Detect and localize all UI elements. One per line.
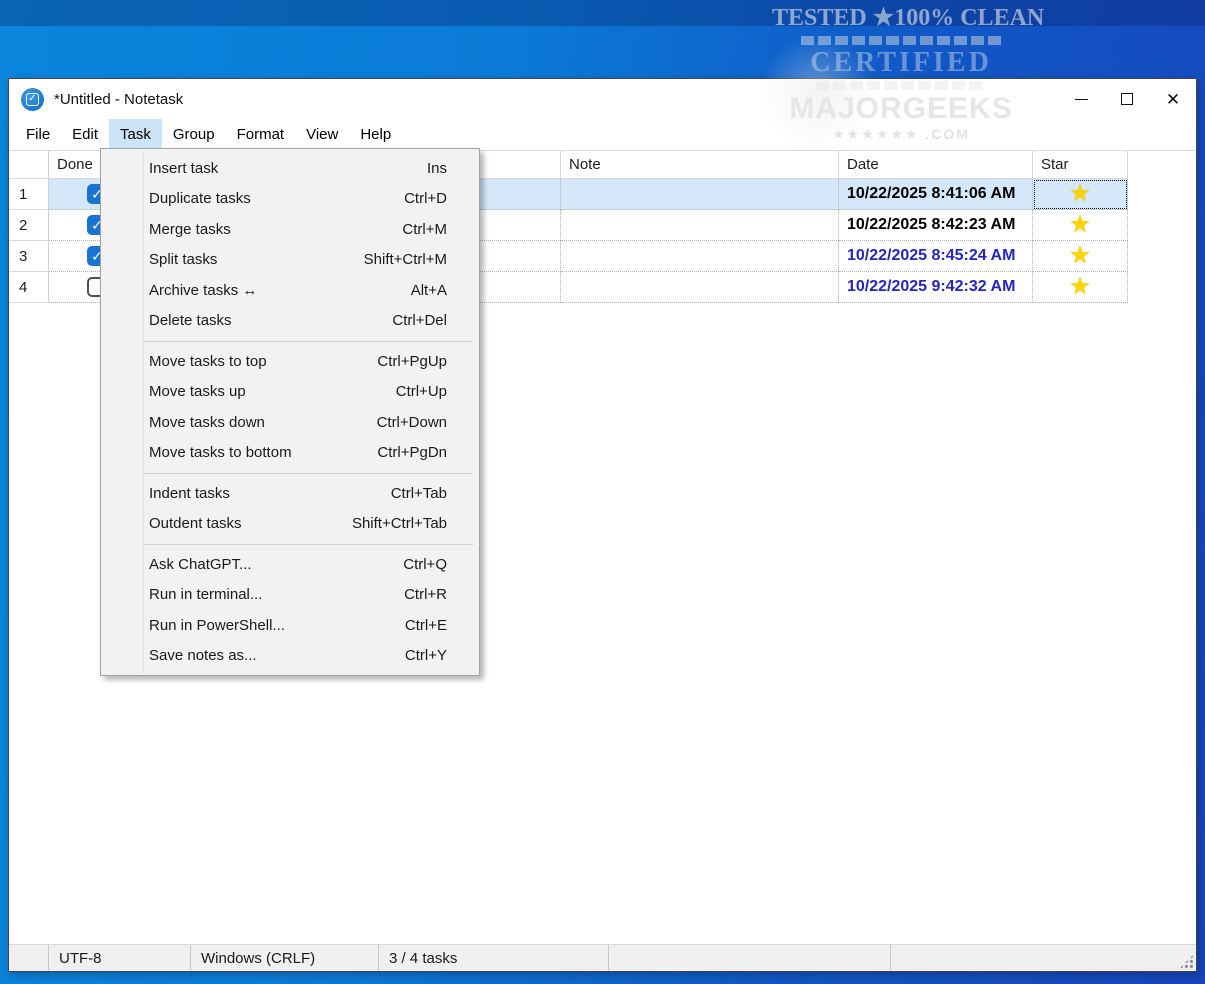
date-cell-text: 10/22/2025 8:41:06 AM xyxy=(839,185,1015,203)
star-icon: ★ xyxy=(1069,275,1091,299)
menu-bar: File Edit Task Group Format View Help xyxy=(9,119,1196,149)
close-icon: ✕ xyxy=(1166,91,1180,108)
menu-item-move-tasks-down[interactable]: Move tasks downCtrl+Down xyxy=(101,407,479,438)
note-cell[interactable] xyxy=(561,241,839,272)
menu-item-ask-chatgpt[interactable]: Ask ChatGPT...Ctrl+Q xyxy=(101,549,479,580)
date-cell[interactable]: 10/22/2025 9:42:32 AM xyxy=(839,272,1033,303)
date-cell[interactable]: 10/22/2025 8:42:23 AM xyxy=(839,210,1033,241)
star-cell[interactable]: ★ xyxy=(1033,179,1128,210)
menu-item-insert-task[interactable]: Insert taskIns xyxy=(101,153,479,184)
row-filler xyxy=(1128,179,1196,210)
status-blank xyxy=(9,945,49,971)
date-cell-text: 10/22/2025 8:42:23 AM xyxy=(839,216,1015,234)
menu-separator xyxy=(143,341,473,342)
menu-help[interactable]: Help xyxy=(349,119,402,149)
header-star[interactable]: Star xyxy=(1033,151,1128,179)
menu-group[interactable]: Group xyxy=(162,119,226,149)
menu-task[interactable]: Task xyxy=(109,119,162,149)
menu-item-archive-tasks[interactable]: Archive tasks ↔Alt+A xyxy=(101,275,479,306)
menu-item-move-tasks-to-bottom[interactable]: Move tasks to bottomCtrl+PgDn xyxy=(101,438,479,469)
menu-item-merge-tasks[interactable]: Merge tasksCtrl+M xyxy=(101,214,479,245)
menu-item-save-notes-as[interactable]: Save notes as...Ctrl+Y xyxy=(101,641,479,672)
date-cell[interactable]: 10/22/2025 8:45:24 AM xyxy=(839,241,1033,272)
note-cell[interactable] xyxy=(561,179,839,210)
menu-edit[interactable]: Edit xyxy=(61,119,109,149)
date-cell[interactable]: 10/22/2025 8:41:06 AM xyxy=(839,179,1033,210)
date-cell-text: 10/22/2025 8:45:24 AM xyxy=(839,247,1015,265)
date-cell-text: 10/22/2025 9:42:32 AM xyxy=(839,278,1015,296)
window-title: *Untitled - Notetask xyxy=(54,91,183,108)
maximize-icon xyxy=(1121,93,1133,105)
menu-item-move-tasks-up[interactable]: Move tasks upCtrl+Up xyxy=(101,377,479,408)
menu-item-indent-tasks[interactable]: Indent tasksCtrl+Tab xyxy=(101,478,479,509)
task-dropdown-menu: Insert taskIns Duplicate tasksCtrl+D Mer… xyxy=(100,148,480,676)
row-number-cell[interactable]: 3 xyxy=(9,241,49,272)
row-number-cell[interactable]: 4 xyxy=(9,272,49,303)
status-bar: UTF-8 Windows (CRLF) 3 / 4 tasks xyxy=(9,944,1196,971)
header-date[interactable]: Date xyxy=(839,151,1033,179)
row-filler xyxy=(1128,210,1196,241)
menu-format[interactable]: Format xyxy=(226,119,296,149)
menu-file[interactable]: File xyxy=(15,119,61,149)
status-line-ending: Windows (CRLF) xyxy=(191,945,379,971)
star-cell[interactable]: ★ xyxy=(1033,241,1128,272)
status-blank-3 xyxy=(891,945,1196,971)
minimize-icon xyxy=(1075,99,1088,100)
maximize-button[interactable] xyxy=(1104,79,1150,119)
close-button[interactable]: ✕ xyxy=(1150,79,1196,119)
resize-grip[interactable] xyxy=(1179,954,1194,969)
window-controls: ✕ xyxy=(1058,79,1196,119)
star-icon: ★ xyxy=(1069,213,1091,237)
header-note[interactable]: Note xyxy=(561,151,839,179)
note-cell[interactable] xyxy=(561,210,839,241)
minimize-button[interactable] xyxy=(1058,79,1104,119)
header-filler xyxy=(1128,151,1196,179)
menu-item-move-tasks-to-top[interactable]: Move tasks to topCtrl+PgUp xyxy=(101,346,479,377)
menu-view[interactable]: View xyxy=(295,119,349,149)
status-task-count: 3 / 4 tasks xyxy=(379,945,609,971)
menu-item-split-tasks[interactable]: Split tasksShift+Ctrl+M xyxy=(101,245,479,276)
app-check-icon: ✓ xyxy=(26,93,39,106)
menu-item-run-in-powershell[interactable]: Run in PowerShell...Ctrl+E xyxy=(101,610,479,641)
star-icon: ★ xyxy=(1069,182,1091,206)
star-icon: ★ xyxy=(1069,244,1091,268)
title-bar: ✓ *Untitled - Notetask ✕ xyxy=(9,79,1196,119)
star-cell[interactable]: ★ xyxy=(1033,210,1128,241)
menu-separator xyxy=(143,544,473,545)
row-number-cell[interactable]: 1 xyxy=(9,179,49,210)
status-encoding: UTF-8 xyxy=(49,945,191,971)
menu-item-duplicate-tasks[interactable]: Duplicate tasksCtrl+D xyxy=(101,184,479,215)
status-blank-2 xyxy=(609,945,891,971)
menu-item-run-in-terminal[interactable]: Run in terminal...Ctrl+R xyxy=(101,580,479,611)
menu-item-delete-tasks[interactable]: Delete tasksCtrl+Del xyxy=(101,306,479,337)
note-cell[interactable] xyxy=(561,272,839,303)
row-number-cell[interactable]: 2 xyxy=(9,210,49,241)
star-cell[interactable]: ★ xyxy=(1033,272,1128,303)
header-gutter[interactable] xyxy=(9,151,49,179)
menu-item-outdent-tasks[interactable]: Outdent tasksShift+Ctrl+Tab xyxy=(101,509,479,540)
row-filler xyxy=(1128,272,1196,303)
menu-separator xyxy=(143,473,473,474)
row-filler xyxy=(1128,241,1196,272)
app-icon: ✓ xyxy=(21,88,44,111)
